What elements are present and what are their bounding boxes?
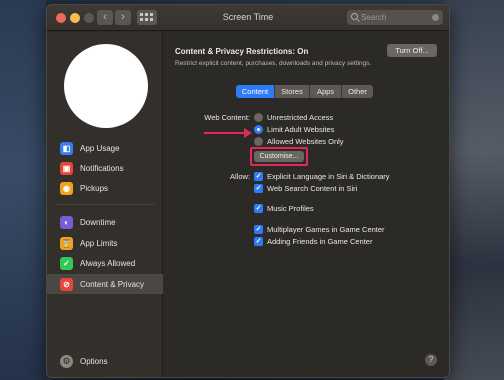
checkbox-label: Multiplayer Games in Game Center — [267, 225, 385, 234]
sidebar-item-label: Always Allowed — [80, 258, 136, 268]
sidebar-item-downtime[interactable]: ◐ Downtime — [47, 212, 163, 232]
page-description: Restrict explicit content, purchases, do… — [175, 60, 372, 67]
sidebar-item-app-usage[interactable]: ◧ App Usage — [47, 138, 163, 158]
checkbox-web-search-content[interactable]: ✓ Web Search Content in Siri — [254, 184, 357, 193]
checkbox-label: Music Profiles — [267, 204, 314, 213]
page-title: Content & Privacy Restrictions: On — [175, 47, 309, 56]
screen-time-window: ‹ › Screen Time Search ◧ App Usage ▣ Not… — [46, 4, 450, 378]
radio-label: Unrestricted Access — [267, 113, 334, 122]
turn-off-button[interactable]: Turn Off... — [387, 44, 437, 57]
sidebar-item-content-privacy[interactable]: ⊘ Content & Privacy — [47, 274, 163, 294]
sidebar: ◧ App Usage ▣ Notifications ◉ Pickups ◐ … — [47, 32, 163, 377]
checkbox-checked[interactable]: ✓ — [254, 172, 263, 181]
checkbox-label: Adding Friends in Game Center — [267, 237, 373, 246]
radio-allowed-websites-only[interactable]: Allowed Websites Only — [254, 137, 344, 146]
checkbox-multiplayer-games[interactable]: ✓ Multiplayer Games in Game Center — [254, 225, 385, 234]
checkbox-checked[interactable]: ✓ — [254, 237, 263, 246]
sidebar-item-label: Content & Privacy — [80, 279, 145, 289]
sidebar-item-label: App Limits — [80, 238, 118, 248]
annotation-arrow-icon — [204, 128, 252, 138]
sidebar-item-notifications[interactable]: ▣ Notifications — [47, 158, 163, 178]
avatar — [64, 44, 148, 128]
checkbox-checked[interactable]: ✓ — [254, 225, 263, 234]
checkbox-adding-friends[interactable]: ✓ Adding Friends in Game Center — [254, 237, 372, 246]
search-icon — [351, 13, 358, 20]
checkbox-checked[interactable]: ✓ — [254, 204, 263, 213]
radio-button[interactable] — [254, 137, 263, 146]
customise-button[interactable]: Customise... — [254, 151, 304, 162]
options-button[interactable]: ⚙ Options — [47, 351, 163, 371]
sidebar-item-label: App Usage — [80, 143, 120, 153]
radio-button[interactable] — [254, 113, 263, 122]
sidebar-item-label: Notifications — [80, 163, 124, 173]
gear-icon: ⚙ — [60, 354, 73, 368]
clear-search-icon[interactable] — [432, 14, 439, 21]
search-placeholder: Search — [361, 13, 387, 22]
web-content-label: Web Content: — [204, 113, 250, 122]
checkbox-music-profiles[interactable]: ✓ Music Profiles — [254, 204, 314, 213]
radio-button-selected[interactable] — [254, 125, 263, 134]
content-privacy-icon: ⊘ — [60, 277, 73, 291]
tab-other[interactable]: Other — [342, 85, 373, 98]
radio-label: Limit Adult Websites — [267, 125, 335, 134]
allow-label: Allow: — [229, 172, 250, 181]
radio-unrestricted-access[interactable]: Unrestricted Access — [254, 113, 333, 122]
radio-limit-adult-websites[interactable]: Limit Adult Websites — [254, 125, 334, 134]
tab-content[interactable]: Content — [236, 85, 275, 98]
checkbox-label: Web Search Content in Siri — [267, 184, 358, 193]
tab-stores[interactable]: Stores — [275, 85, 310, 98]
sidebar-divider — [55, 204, 155, 205]
sidebar-item-app-limits[interactable]: ⌛ App Limits — [47, 233, 163, 253]
radio-label: Allowed Websites Only — [267, 137, 344, 146]
sidebar-item-label: Pickups — [80, 183, 109, 193]
desktop-wallpaper-right — [444, 0, 504, 380]
sidebar-item-always-allowed[interactable]: ✓ Always Allowed — [47, 253, 163, 273]
checkbox-label: Explicit Language in Siri & Dictionary — [267, 172, 390, 181]
sidebar-item-pickups[interactable]: ◉ Pickups — [47, 178, 163, 198]
checkbox-checked[interactable]: ✓ — [254, 184, 263, 193]
tab-bar: Content Stores Apps Other — [236, 85, 373, 98]
search-field[interactable]: Search — [347, 10, 443, 25]
always-allowed-icon: ✓ — [60, 256, 73, 270]
pickups-icon: ◉ — [60, 181, 73, 195]
checkbox-explicit-language[interactable]: ✓ Explicit Language in Siri & Dictionary — [254, 172, 390, 181]
sidebar-item-label: Downtime — [80, 217, 116, 227]
help-button[interactable]: ? — [425, 354, 437, 366]
app-limits-icon: ⌛ — [60, 236, 73, 250]
app-usage-icon: ◧ — [60, 141, 73, 155]
notifications-icon: ▣ — [60, 161, 73, 175]
options-label: Options — [80, 356, 108, 366]
downtime-icon: ◐ — [60, 215, 73, 229]
tab-apps[interactable]: Apps — [310, 85, 342, 98]
titlebar: ‹ › Screen Time Search — [47, 5, 449, 31]
content-pane: Content & Privacy Restrictions: On Restr… — [164, 32, 449, 377]
desktop-wallpaper-left — [0, 0, 46, 380]
